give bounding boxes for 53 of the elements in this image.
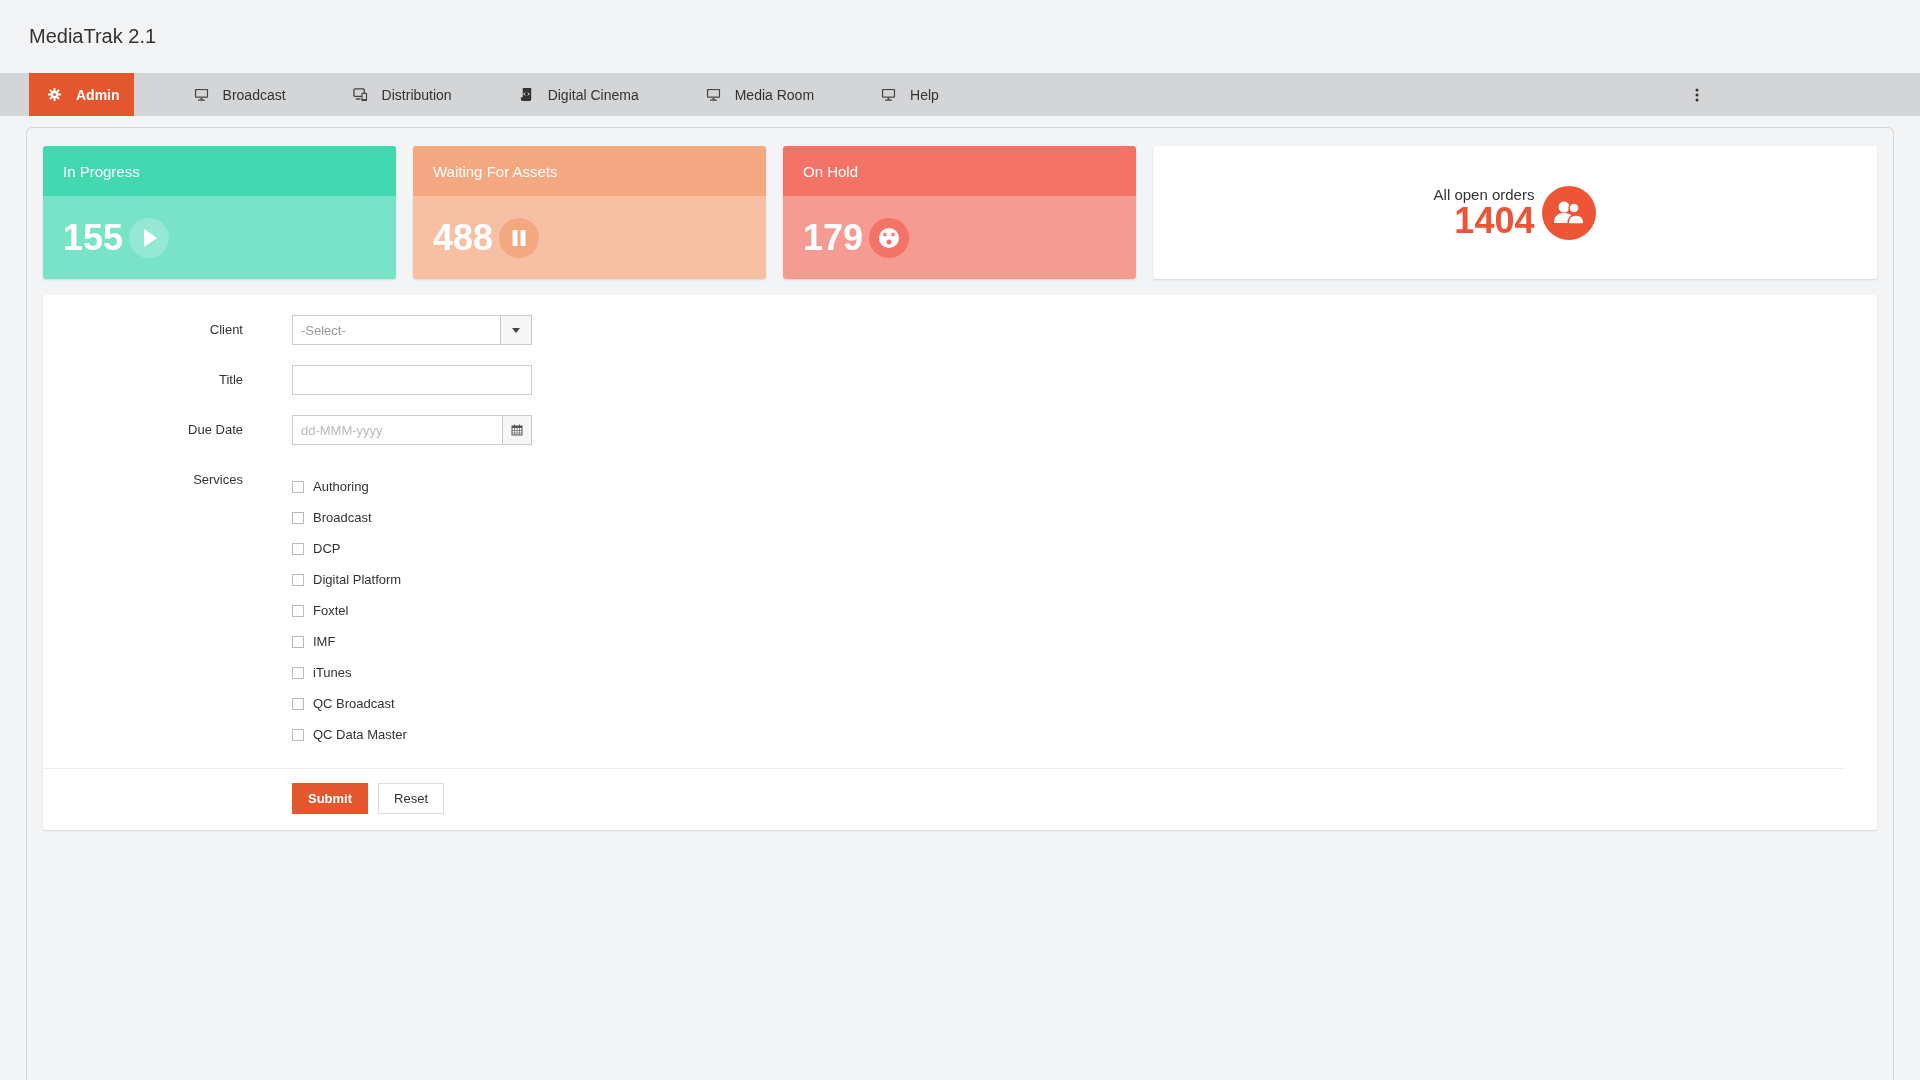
card-count: 155 (63, 216, 124, 259)
dizzy-face-icon (869, 217, 910, 258)
checkbox-label[interactable]: DCP (313, 541, 341, 556)
field-label: Client (208, 321, 243, 337)
checkbox[interactable] (292, 635, 304, 648)
checkbox[interactable] (292, 604, 304, 617)
checkbox-label[interactable]: Foxtel (313, 603, 349, 618)
checkbox[interactable] (292, 728, 304, 741)
reset-button[interactable]: Reset (378, 783, 445, 814)
checkbox-label[interactable]: Broadcast (313, 510, 372, 525)
submit-button[interactable]: Submit (292, 783, 369, 814)
checkbox-label[interactable]: IMF (313, 634, 336, 649)
checkbox[interactable] (292, 573, 304, 586)
input-field[interactable] (292, 365, 532, 395)
checkbox-label[interactable]: Authoring (313, 479, 369, 494)
play-icon (129, 217, 170, 258)
checkbox-label[interactable]: QC Data Master (313, 727, 407, 742)
card-title: Waiting For Assets (433, 162, 558, 180)
nav-tab[interactable]: Media Room (680, 73, 840, 116)
checkbox[interactable] (292, 666, 304, 679)
checkbox[interactable] (292, 697, 304, 710)
field-label: Services (192, 471, 243, 487)
card-count: 179 (803, 216, 864, 259)
app-title: MediaTrak 2.1 (28, 24, 158, 48)
nav-tab[interactable]: Broadcast (168, 73, 311, 116)
nav-tab[interactable]: Help (856, 73, 964, 116)
checkbox-label[interactable]: iTunes (313, 665, 352, 680)
checkbox-label[interactable]: QC Broadcast (313, 696, 395, 711)
users-icon (1542, 185, 1597, 240)
checkbox[interactable] (292, 480, 304, 493)
checkbox[interactable] (292, 511, 304, 524)
nav-tab[interactable]: Admin (29, 73, 134, 116)
total-count: 1404 (1454, 203, 1535, 239)
gear-icon (47, 87, 62, 102)
checkbox-label[interactable]: Digital Platform (313, 572, 402, 587)
monitor-icon (193, 87, 209, 102)
pause-icon (499, 217, 540, 258)
calendar-icon[interactable] (511, 424, 523, 436)
monitor-icon (881, 87, 897, 102)
nav-tab[interactable]: Digital Cinema (493, 73, 664, 116)
devices-icon (352, 87, 368, 102)
scroll-icon (518, 87, 534, 102)
total-label: All open orders (1433, 186, 1535, 203)
field-label: Due Date (187, 421, 243, 437)
nav-tab[interactable]: Distribution (327, 73, 477, 116)
checkbox[interactable] (292, 542, 304, 555)
more-icon[interactable] (1695, 87, 1699, 102)
card-count: 488 (433, 216, 494, 259)
card-title: On Hold (803, 162, 859, 180)
date-field[interactable]: dd-MMM-yyyy (292, 415, 502, 445)
monitor-icon (705, 87, 721, 102)
card-title: In Progress (63, 162, 140, 180)
field-label: Title (217, 371, 243, 387)
